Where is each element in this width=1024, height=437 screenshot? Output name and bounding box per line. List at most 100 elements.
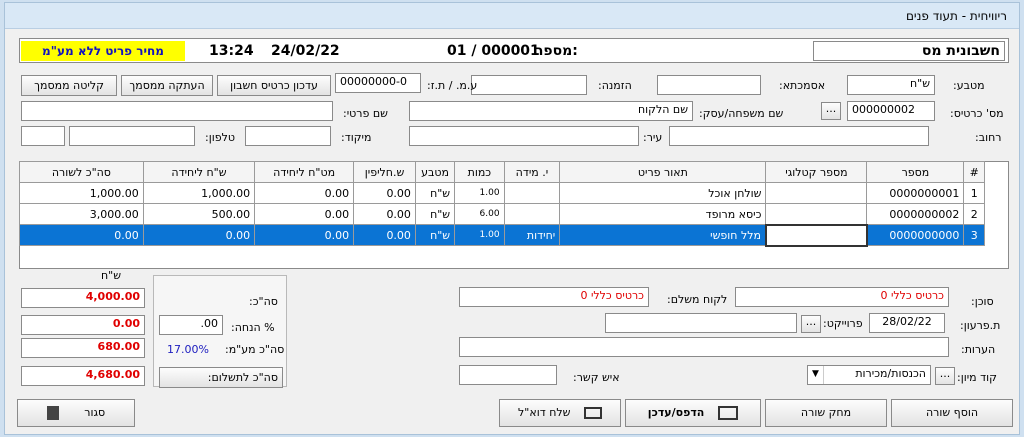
row-currency[interactable]: ש"ח	[414, 224, 456, 246]
items-grid: # מספר מספר קטלוגי תאור פריט י. מידה כמו…	[19, 161, 985, 247]
row-catalog[interactable]	[765, 182, 868, 204]
add-row-button[interactable]: הוסף שורה	[891, 399, 1013, 427]
extra-field[interactable]	[21, 126, 65, 146]
row-fx-unit[interactable]: 0.00	[254, 182, 355, 204]
title-bar: ריוויחית - תעוד פנים	[5, 3, 1019, 29]
row-unit[interactable]: יחידות	[503, 224, 561, 246]
payer-label: לקוח משלם:	[667, 293, 728, 306]
city-field[interactable]	[409, 126, 639, 146]
currency-field[interactable]: ש"ח	[847, 75, 935, 95]
row-nis-unit[interactable]: 1,000.00	[142, 182, 256, 204]
printer-icon	[718, 406, 739, 420]
row-rate[interactable]: 0.00	[353, 224, 416, 246]
row-number[interactable]: 0000000000	[866, 224, 965, 246]
agent-field[interactable]: כרטיס כללי 0	[735, 287, 949, 307]
row-catalog[interactable]	[764, 223, 868, 247]
row-catalog[interactable]	[765, 203, 868, 225]
project-field[interactable]	[605, 313, 797, 333]
vat-id-field[interactable]: 00000000-0	[335, 73, 421, 93]
row-fx-unit[interactable]: 0.00	[254, 224, 355, 246]
col-catalog[interactable]: מספר קטלוגי	[765, 161, 868, 183]
row-total[interactable]: 1,000.00	[19, 182, 144, 204]
import-from-doc-button[interactable]: קליטה ממסמך	[21, 75, 117, 96]
print-update-button[interactable]: הדפס/עדכן	[625, 399, 761, 427]
payer-field[interactable]: כרטיס כללי 0	[459, 287, 649, 307]
row-qty[interactable]: 6.00	[454, 203, 505, 225]
row-qty[interactable]: 1.00	[454, 182, 505, 204]
business-name-label: שם משפחה/עסק:	[699, 107, 784, 120]
table-row-selected[interactable]: 3 0000000000 מלל חופשי יחידות 1.00 ש"ח 0…	[19, 223, 985, 247]
row-nis-unit[interactable]: 0.00	[142, 224, 256, 246]
col-unit[interactable]: י. מידה	[503, 161, 561, 183]
col-qty[interactable]: כמות	[454, 161, 505, 183]
envelope-icon	[583, 407, 602, 419]
business-name-field[interactable]: שם הלקוח	[409, 101, 693, 121]
card-lookup-button[interactable]: ...	[821, 102, 841, 120]
update-card-button[interactable]: עדכון כרטיס חשבון	[217, 75, 331, 96]
vat-percent: 17.00%	[167, 343, 209, 356]
copy-from-doc-button[interactable]: העתקה ממסמך	[121, 75, 213, 96]
discount-label: % הנחה:	[231, 321, 275, 334]
row-rate[interactable]: 0.00	[353, 203, 416, 225]
exit-icon	[46, 406, 59, 420]
notes-label: הערות:	[961, 343, 996, 356]
order-field[interactable]	[471, 75, 587, 95]
send-email-button[interactable]: שלח דוא"ל	[499, 399, 621, 427]
document-window: ריוויחית - תעוד פנים חשבונית מס מספר: 01…	[4, 2, 1020, 435]
row-unit[interactable]	[503, 182, 561, 204]
reference-field[interactable]	[657, 75, 761, 95]
row-number[interactable]: 0000000002	[866, 203, 965, 225]
chevron-down-icon[interactable]: ▼	[808, 366, 824, 384]
price-mode-badge[interactable]: מחיר פריט ללא מע"מ	[21, 41, 185, 61]
row-total[interactable]: 3,000.00	[19, 203, 144, 225]
table-row[interactable]: 1 0000000001 שולחן אוכל 1.00 ש"ח 0.00 0.…	[19, 182, 985, 204]
col-total[interactable]: סה"כ לשורה	[19, 161, 144, 183]
row-qty[interactable]: 1.00	[454, 224, 505, 246]
row-total[interactable]: 0.00	[19, 224, 144, 246]
row-rate[interactable]: 0.00	[353, 182, 416, 204]
reference-label: אסמכתא:	[779, 79, 826, 92]
phone-field[interactable]	[69, 126, 195, 146]
row-description[interactable]: שולחן אוכל	[559, 182, 767, 204]
col-currency[interactable]: מטבע	[414, 161, 456, 183]
notes-field[interactable]	[459, 337, 949, 357]
sort-code-select[interactable]: הכנסות/מכירות	[807, 365, 931, 385]
street-field[interactable]	[669, 126, 929, 146]
table-row[interactable]: 2 0000000002 כיסא מרופד 6.00 ש"ח 0.00 0.…	[19, 203, 985, 225]
total-to-pay-button[interactable]: סה"כ לתשלום:	[159, 367, 283, 388]
grid-header-row: # מספר מספר קטלוגי תאור פריט י. מידה כמו…	[19, 161, 985, 183]
delete-row-button[interactable]: מחק שורה	[765, 399, 887, 427]
card-field[interactable]: 000000002	[847, 101, 935, 121]
close-button[interactable]: סגור	[17, 399, 135, 427]
currency-label: מטבע:	[953, 79, 985, 92]
row-nis-unit[interactable]: 500.00	[142, 203, 256, 225]
col-rate[interactable]: ש.חליפין	[353, 161, 416, 183]
col-fx-unit[interactable]: מט"ח ליחידה	[254, 161, 355, 183]
row-currency[interactable]: ש"ח	[414, 203, 456, 225]
window-title: ריוויחית - תעוד פנים	[905, 9, 1007, 23]
contact-field[interactable]	[459, 365, 557, 385]
row-number[interactable]: 0000000001	[866, 182, 965, 204]
sort-code-lookup-button[interactable]: ...	[935, 367, 955, 385]
agent-label: סוכן:	[971, 295, 994, 308]
due-date-label: ת.פרעון:	[960, 319, 1001, 332]
project-lookup-button[interactable]: ...	[801, 315, 821, 333]
zip-field[interactable]	[245, 126, 331, 146]
row-description[interactable]: כיסא מרופד	[559, 203, 767, 225]
discount-field: 0.00	[21, 315, 145, 335]
col-index[interactable]: #	[963, 161, 985, 183]
row-currency[interactable]: ש"ח	[414, 182, 456, 204]
row-description[interactable]: מלל חופשי	[559, 224, 767, 246]
row-fx-unit[interactable]: 0.00	[254, 203, 355, 225]
col-number[interactable]: מספר	[866, 161, 965, 183]
first-name-field[interactable]	[21, 101, 333, 121]
col-description[interactable]: תאור פריט	[559, 161, 767, 183]
subtotal-field: 4,000.00	[21, 288, 145, 308]
row-unit[interactable]	[503, 203, 561, 225]
doc-time: 13:24	[209, 43, 254, 59]
discount-pct-field[interactable]: .00	[159, 315, 223, 335]
doc-type: חשבונית מס	[813, 41, 1005, 61]
vat-field: 680.00	[21, 338, 145, 358]
due-date-field[interactable]: 28/02/22	[869, 313, 945, 333]
col-nis-unit[interactable]: ש"ח ליחידה	[142, 161, 256, 183]
